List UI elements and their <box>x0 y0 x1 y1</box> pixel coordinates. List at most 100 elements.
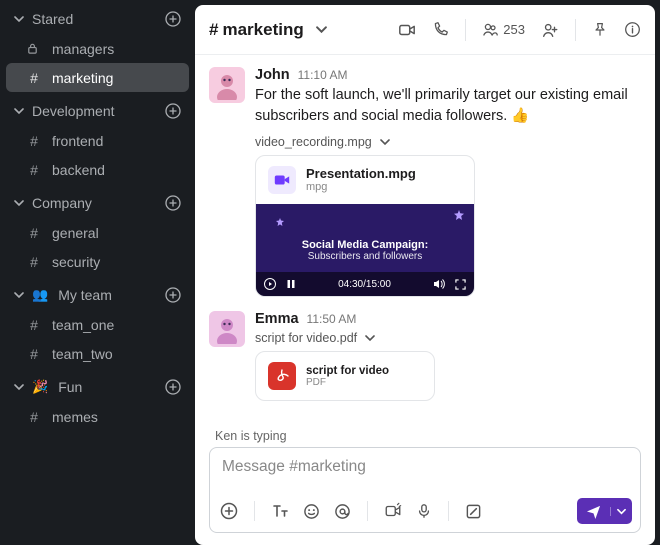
section-title: Development <box>32 103 157 119</box>
section-title: My team <box>58 287 157 303</box>
pdf-icon <box>268 362 296 390</box>
sidebar-item-frontend[interactable]: # frontend <box>6 126 189 155</box>
sidebar-item-label: team_one <box>52 317 114 333</box>
filename-label[interactable]: script for video.pdf <box>255 331 357 345</box>
chevron-down-icon <box>14 198 24 208</box>
member-count[interactable]: 253 <box>482 21 525 38</box>
attachment-type: mpg <box>306 181 416 193</box>
compose-input[interactable]: Message #marketing <box>210 448 640 492</box>
sidebar-item-label: general <box>52 225 99 241</box>
info-icon[interactable] <box>624 21 641 38</box>
channel-name[interactable]: # marketing <box>209 20 327 40</box>
sidebar-item-marketing[interactable]: # marketing <box>6 63 189 92</box>
video-controls[interactable]: 04:30/15:00 <box>256 272 474 296</box>
message: John 11:10 AM For the soft launch, we'll… <box>209 67 641 297</box>
video-call-icon[interactable] <box>398 21 416 39</box>
video-subtitle: Subscribers and followers <box>308 251 423 262</box>
sidebar: Stared managers # marketing Development … <box>0 0 195 540</box>
section-title: Stared <box>32 11 157 27</box>
hash-icon: # <box>26 317 42 333</box>
hash-icon: # <box>26 162 42 178</box>
sidebar-item-team-one[interactable]: # team_one <box>6 310 189 339</box>
send-options-icon[interactable] <box>610 507 632 516</box>
divider <box>367 501 368 521</box>
sidebar-item-label: frontend <box>52 133 103 149</box>
author-name[interactable]: John <box>255 67 290 83</box>
chevron-down-icon <box>14 14 24 24</box>
sidebar-item-memes[interactable]: # memes <box>6 402 189 431</box>
channel-name-text: marketing <box>222 20 303 40</box>
formatting-icon[interactable] <box>271 502 289 520</box>
hash-icon: # <box>26 133 42 149</box>
shortcut-icon[interactable] <box>465 503 482 520</box>
pdf-type: PDF <box>306 377 389 388</box>
plus-circle-icon[interactable] <box>165 11 181 27</box>
send-icon[interactable] <box>577 504 610 519</box>
message-composer[interactable]: Message #marketing <box>209 447 641 533</box>
sidebar-item-label: security <box>52 254 100 270</box>
phone-call-icon[interactable] <box>432 21 449 38</box>
sidebar-section-header[interactable]: Development <box>0 92 195 126</box>
sidebar-item-backend[interactable]: # backend <box>6 155 189 184</box>
video-file-icon <box>268 166 296 194</box>
pdf-title: script for video <box>306 365 389 377</box>
video-attachment[interactable]: Presentation.mpg mpg Social Media Campai… <box>255 155 475 297</box>
section-emoji: 🎉 <box>32 379 48 395</box>
author-name[interactable]: Emma <box>255 311 299 327</box>
emoji-icon[interactable] <box>303 503 320 520</box>
sidebar-item-label: team_two <box>52 346 113 362</box>
add-member-icon[interactable] <box>541 21 559 39</box>
sidebar-item-label: marketing <box>52 70 113 86</box>
mention-icon[interactable] <box>334 503 351 520</box>
sidebar-item-label: managers <box>52 41 114 57</box>
sidebar-section-header[interactable]: 🎉 Fun <box>0 368 195 402</box>
fullscreen-icon[interactable] <box>455 279 466 290</box>
avatar[interactable] <box>209 67 245 103</box>
avatar[interactable] <box>209 311 245 347</box>
hash-icon: # <box>26 254 42 270</box>
sidebar-item-security[interactable]: # security <box>6 247 189 276</box>
sidebar-item-general[interactable]: # general <box>6 218 189 247</box>
sidebar-section-header[interactable]: 👥 My team <box>0 276 195 310</box>
chevron-down-icon <box>316 24 327 35</box>
sidebar-item-team-two[interactable]: # team_two <box>6 339 189 368</box>
plus-circle-icon[interactable] <box>165 103 181 119</box>
message-list: John 11:10 AM For the soft launch, we'll… <box>195 55 655 429</box>
play-icon[interactable] <box>264 278 276 290</box>
sidebar-section-header[interactable]: Company <box>0 184 195 218</box>
sidebar-item-label: backend <box>52 162 105 178</box>
send-button[interactable] <box>577 498 632 524</box>
plus-circle-icon[interactable] <box>165 379 181 395</box>
message-text: For the soft launch, we'll primarily tar… <box>255 85 641 127</box>
hash-icon: # <box>26 409 42 425</box>
microphone-icon[interactable] <box>416 503 432 519</box>
pin-icon[interactable] <box>592 22 608 38</box>
chevron-down-icon[interactable] <box>365 333 375 343</box>
member-count-value: 253 <box>503 22 525 37</box>
plus-circle-icon[interactable] <box>220 502 238 520</box>
divider <box>465 19 466 41</box>
video-preview[interactable]: Social Media Campaign: Subscribers and f… <box>256 204 474 296</box>
typing-indicator: Ken is typing <box>195 429 655 447</box>
volume-icon[interactable] <box>433 278 445 290</box>
sidebar-item-managers[interactable]: managers <box>6 34 189 63</box>
sidebar-item-label: memes <box>52 409 98 425</box>
plus-circle-icon[interactable] <box>165 195 181 211</box>
plus-circle-icon[interactable] <box>165 287 181 303</box>
pause-icon[interactable] <box>286 279 296 289</box>
section-title: Company <box>32 195 157 211</box>
chevron-down-icon <box>14 382 24 392</box>
filename-label[interactable]: video_recording.mpg <box>255 135 372 149</box>
divider <box>575 19 576 41</box>
attachment-title: Presentation.mpg <box>306 166 416 181</box>
video-icon[interactable] <box>384 502 402 520</box>
main-panel: # marketing 253 <box>195 5 655 545</box>
chevron-down-icon <box>14 106 24 116</box>
pdf-attachment[interactable]: script for video PDF <box>255 351 435 401</box>
sidebar-section-header[interactable]: Stared <box>0 0 195 34</box>
header-actions: 253 <box>398 19 641 41</box>
divider <box>254 501 255 521</box>
divider <box>448 501 449 521</box>
chevron-down-icon[interactable] <box>380 137 390 147</box>
hash-icon: # <box>26 225 42 241</box>
